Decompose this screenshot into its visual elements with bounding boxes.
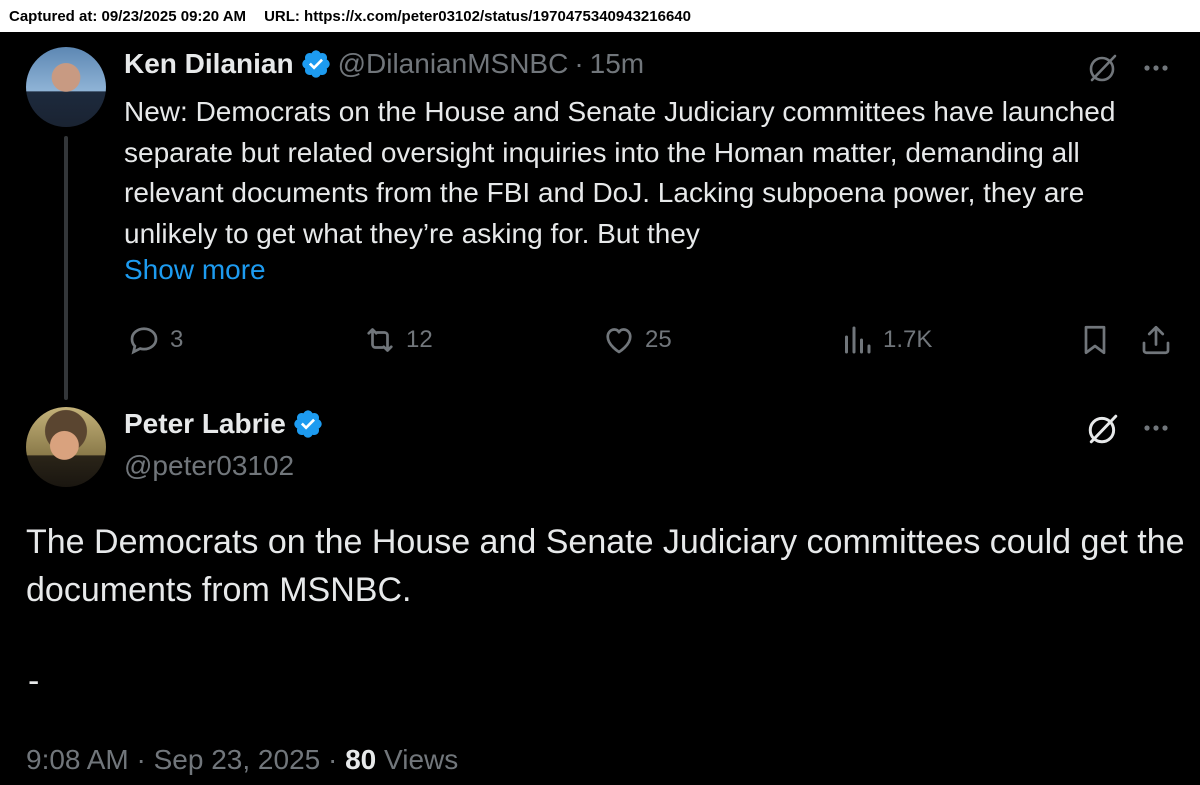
meta-separator: · (574, 48, 584, 79)
author-name[interactable]: Peter Labrie (124, 408, 286, 440)
tweet-footer: 9:08 AM · Sep 23, 2025 · 80 Views (26, 744, 458, 776)
grok-icon[interactable] (1085, 50, 1121, 86)
show-more-link[interactable]: Show more (124, 254, 266, 286)
reply-button[interactable]: 3 (126, 322, 183, 358)
views-button[interactable]: 1.7K (839, 322, 932, 358)
analytics-icon (839, 322, 875, 358)
reply-icon (126, 322, 162, 358)
reply-count: 3 (170, 326, 184, 353)
captured-url-label: URL: https://x.com/peter03102/status/197… (264, 7, 691, 25)
footer-separator: · (136, 744, 146, 775)
bookmark-icon[interactable] (1076, 321, 1114, 359)
like-button[interactable]: 25 (601, 322, 672, 358)
author-name[interactable]: Ken Dilanian (124, 48, 294, 80)
post-views-count: 80 (345, 744, 377, 775)
post-time[interactable]: 9:08 AM (26, 744, 129, 775)
repost-icon (362, 322, 398, 358)
tweet-time[interactable]: 15m (590, 48, 644, 80)
avatar-peter-labrie[interactable] (26, 407, 106, 487)
quoted-tweet-header: Ken Dilanian @DilanianMSNBC · 15m (124, 48, 644, 80)
captured-at-label: Captured at: 09/23/2025 09:20 AM (9, 7, 247, 25)
post-views-label: Views (384, 744, 459, 775)
grok-icon[interactable] (1084, 410, 1122, 448)
verified-badge-icon (300, 48, 332, 80)
share-icon[interactable] (1137, 321, 1175, 359)
reply-tweet-dash: - (28, 662, 40, 700)
reply-tweet-header: Peter Labrie (124, 408, 324, 440)
footer-separator: · (328, 744, 338, 775)
reply-tweet-text: The Democrats on the House and Senate Ju… (26, 523, 1185, 609)
heart-icon (601, 322, 637, 358)
more-options-icon[interactable] (1138, 50, 1174, 86)
thread-connector-line (64, 136, 68, 400)
verified-badge-icon (292, 408, 324, 440)
repost-button[interactable]: 12 (362, 322, 433, 358)
views-count: 1.7K (883, 326, 933, 353)
author-handle[interactable]: @DilanianMSNBC (338, 48, 569, 80)
repost-count: 12 (406, 326, 433, 353)
avatar-ken-dilanian[interactable] (26, 47, 106, 127)
more-options-icon[interactable] (1138, 410, 1174, 446)
like-count: 25 (645, 326, 672, 353)
capture-info-bar: Captured at: 09/23/2025 09:20 AM URL: ht… (0, 0, 1200, 32)
quoted-tweet-text: New: Democrats on the House and Senate J… (124, 96, 1116, 249)
author-handle[interactable]: @peter03102 (124, 450, 294, 482)
post-date[interactable]: Sep 23, 2025 (154, 744, 321, 775)
